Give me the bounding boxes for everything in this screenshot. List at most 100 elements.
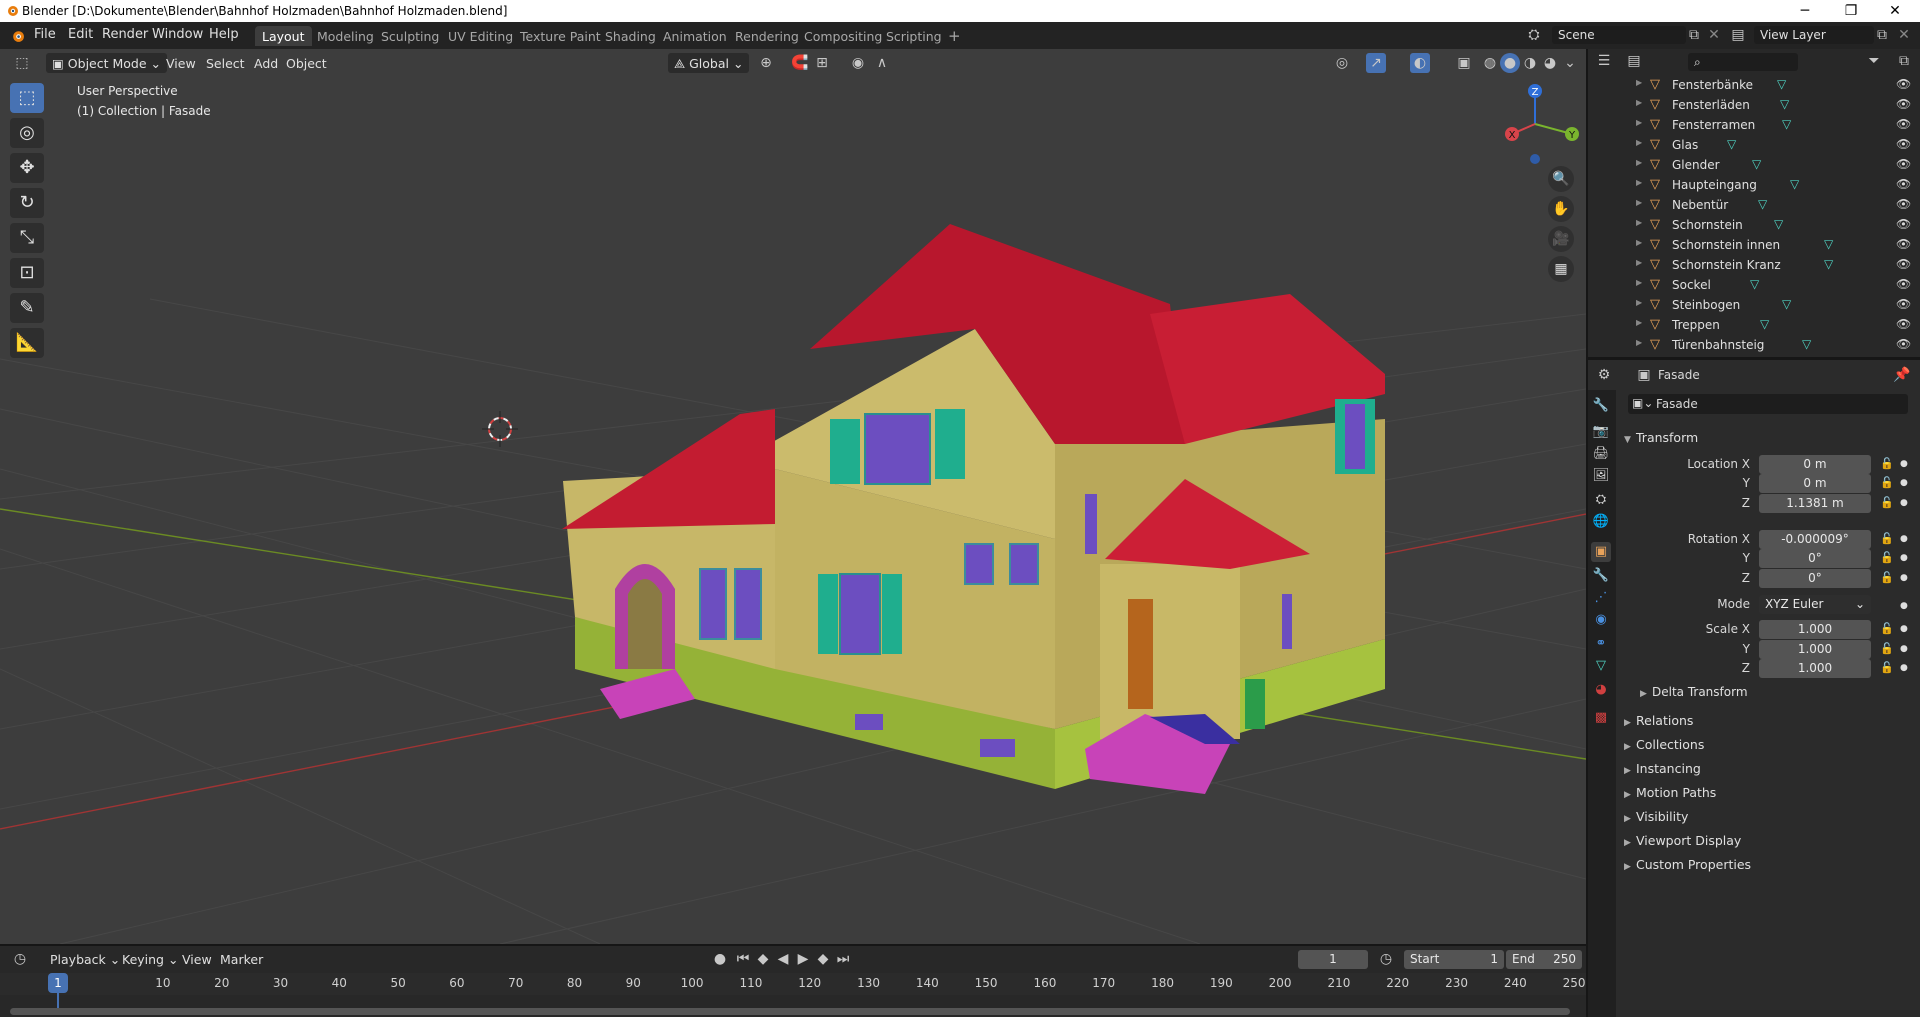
expand-arrow-icon[interactable]: ▶ xyxy=(1636,98,1642,107)
menu-window[interactable]: Window xyxy=(152,27,203,42)
object-name-field[interactable]: ▣⌄ Fasade xyxy=(1628,394,1908,414)
display-mode-icon[interactable]: ▤ xyxy=(1624,51,1644,71)
next-keyframe-icon[interactable]: ◆ xyxy=(813,949,833,969)
remove-scene-icon[interactable]: ✕ xyxy=(1704,25,1724,45)
tab-animation[interactable]: Animation xyxy=(656,26,734,46)
eye-icon[interactable]: 👁 xyxy=(1896,257,1911,271)
transform-panel-header[interactable]: ▼ Transform xyxy=(1624,430,1698,445)
panel-instancing[interactable]: ▶ Instancing xyxy=(1624,761,1701,776)
3d-viewport[interactable]: ⬚ ▣ Object Mode ⌄ View Select Add Object… xyxy=(0,49,1586,944)
timeline-menu-keying[interactable]: Keying ⌄ xyxy=(116,949,184,969)
pivot-point-icon[interactable]: ⊕ xyxy=(756,53,776,73)
expand-arrow-icon[interactable]: ▶ xyxy=(1636,118,1642,127)
scene-tab-icon[interactable]: ⛭ xyxy=(1591,490,1611,510)
viewport-menu-view[interactable]: View xyxy=(160,53,202,73)
play-icon[interactable]: ▶ xyxy=(793,949,813,969)
lock-icon[interactable]: 🔓 xyxy=(1880,532,1894,545)
keyframe-dot-icon[interactable]: ● xyxy=(1900,498,1908,508)
eye-icon[interactable]: 👁 xyxy=(1896,157,1911,171)
tab-layout[interactable]: Layout xyxy=(255,26,312,46)
mesh-data-icon[interactable]: ▽ xyxy=(1727,137,1736,151)
eye-icon[interactable]: 👁 xyxy=(1896,217,1911,231)
tool-tab-icon[interactable]: 🔧 xyxy=(1591,396,1611,416)
filter-icon[interactable]: ⏷ xyxy=(1864,51,1884,71)
viewport-menu-object[interactable]: Object xyxy=(280,53,333,73)
measure-tool-icon[interactable]: 📐 xyxy=(10,328,44,358)
pan-hand-icon[interactable]: ✋ xyxy=(1548,196,1574,222)
transform-tool-icon[interactable]: ⊡ xyxy=(10,258,44,288)
tab-texture-paint[interactable]: Texture Paint xyxy=(513,26,608,46)
particles-tab-icon[interactable]: ⋰ xyxy=(1591,588,1611,608)
editor-type-icon[interactable]: ⬚ xyxy=(12,53,32,73)
mesh-data-icon[interactable]: ▽ xyxy=(1790,177,1799,191)
physics-tab-icon[interactable]: ◉ xyxy=(1591,610,1611,630)
solid-shading-icon[interactable]: ● xyxy=(1500,53,1520,73)
jump-start-icon[interactable]: ⏮ xyxy=(733,949,753,969)
outliner-item[interactable]: ▶ ▽ Fensterramen ▽ 👁 xyxy=(1586,115,1920,135)
eye-icon[interactable]: 👁 xyxy=(1896,237,1911,251)
eye-icon[interactable]: 👁 xyxy=(1896,337,1911,351)
expand-arrow-icon[interactable]: ▶ xyxy=(1636,338,1642,347)
tab-sculpting[interactable]: Sculpting xyxy=(374,26,446,46)
mesh-data-icon[interactable]: ▽ xyxy=(1752,157,1761,171)
viewport-menu-add[interactable]: Add xyxy=(248,53,284,73)
view-layer-field[interactable]: View Layer xyxy=(1754,26,1874,44)
rendered-shading-icon[interactable]: ◕ xyxy=(1540,53,1560,73)
expand-arrow-icon[interactable]: ▶ xyxy=(1636,158,1642,167)
xray-toggle-icon[interactable]: ▣ xyxy=(1454,53,1474,73)
panel-viewport-display[interactable]: ▶ Viewport Display xyxy=(1624,833,1741,848)
tab-shading[interactable]: Shading xyxy=(598,26,663,46)
outliner-item[interactable]: ▶ ▽ Glas ▽ 👁 xyxy=(1586,135,1920,155)
expand-arrow-icon[interactable]: ▶ xyxy=(1636,178,1642,187)
scale-x-field[interactable]: 1.000 xyxy=(1759,620,1871,639)
delta-transform-header[interactable]: ▶ Delta Transform xyxy=(1640,685,1748,699)
outliner-search-input[interactable]: ⌕ xyxy=(1688,53,1798,71)
lock-icon[interactable]: 🔓 xyxy=(1880,476,1894,489)
add-workspace-button[interactable]: + xyxy=(941,24,968,45)
eye-icon[interactable]: 👁 xyxy=(1896,197,1911,211)
keyframe-dot-icon[interactable]: ● xyxy=(1900,601,1908,611)
new-view-layer-icon[interactable]: ⧉ xyxy=(1872,25,1892,45)
visibility-icon[interactable]: ◎ xyxy=(1332,53,1352,73)
falloff-icon[interactable]: ∧ xyxy=(872,53,892,73)
world-tab-icon[interactable]: 🌐 xyxy=(1591,512,1611,532)
outliner-item[interactable]: ▶ ▽ Treppen ▽ 👁 xyxy=(1586,315,1920,335)
material-tab-icon[interactable]: ◕ xyxy=(1591,680,1611,700)
new-scene-icon[interactable]: ⧉ xyxy=(1684,25,1704,45)
output-tab-icon[interactable]: 🖨 xyxy=(1591,444,1611,464)
outliner-item[interactable]: ▶ ▽ Sockel ▽ 👁 xyxy=(1586,275,1920,295)
keyframe-dot-icon[interactable]: ● xyxy=(1900,644,1908,654)
rotation-y-field[interactable]: 0° xyxy=(1759,549,1871,568)
location-x-field[interactable]: 0 m xyxy=(1759,455,1871,474)
outliner-item[interactable]: ▶ ▽ Fensterläden ▽ 👁 xyxy=(1586,95,1920,115)
tab-rendering[interactable]: Rendering xyxy=(728,26,806,46)
ortho-toggle-icon[interactable]: ▦ xyxy=(1548,256,1574,282)
lock-icon[interactable]: 🔓 xyxy=(1880,622,1894,635)
zoom-icon[interactable]: 🔍 xyxy=(1548,166,1574,192)
constraints-tab-icon[interactable]: ⚭ xyxy=(1591,634,1611,654)
wireframe-shading-icon[interactable]: ◍ xyxy=(1480,53,1500,73)
scene-name-field[interactable]: Scene xyxy=(1552,26,1686,44)
eye-icon[interactable]: 👁 xyxy=(1896,97,1911,111)
panel-motion-paths[interactable]: ▶ Motion Paths xyxy=(1624,785,1716,800)
outliner-item[interactable]: ▶ ▽ Steinbogen ▽ 👁 xyxy=(1586,295,1920,315)
start-frame-field[interactable]: Start 1 xyxy=(1404,950,1504,969)
snap-target-icon[interactable]: ⊞ xyxy=(812,53,832,73)
expand-arrow-icon[interactable]: ▶ xyxy=(1636,298,1642,307)
outliner-item[interactable]: ▶ ▽ Schornstein Kranz ▽ 👁 xyxy=(1586,255,1920,275)
rotation-z-field[interactable]: 0° xyxy=(1759,569,1871,588)
cursor-tool-icon[interactable]: ◎ xyxy=(10,118,44,148)
blender-menu-icon[interactable] xyxy=(10,28,25,43)
clock-icon[interactable]: ◷ xyxy=(1376,949,1396,969)
keyframe-dot-icon[interactable]: ● xyxy=(1900,573,1908,583)
timeline-scrollbar[interactable] xyxy=(10,1008,1570,1015)
prev-keyframe-icon[interactable]: ◆ xyxy=(753,949,773,969)
scale-y-field[interactable]: 1.000 xyxy=(1759,640,1871,659)
mesh-data-icon[interactable]: ▽ xyxy=(1750,277,1759,291)
properties-editor-type-icon[interactable]: ⚙ xyxy=(1594,365,1614,385)
tab-compositing[interactable]: Compositing xyxy=(797,26,889,46)
jump-end-icon[interactable]: ⏭ xyxy=(833,949,853,969)
outliner-item[interactable]: ▶ ▽ Schornstein ▽ 👁 xyxy=(1586,215,1920,235)
view-layer-tab-icon[interactable]: 🖼 xyxy=(1591,466,1611,486)
right-area-divider[interactable] xyxy=(1588,357,1920,360)
